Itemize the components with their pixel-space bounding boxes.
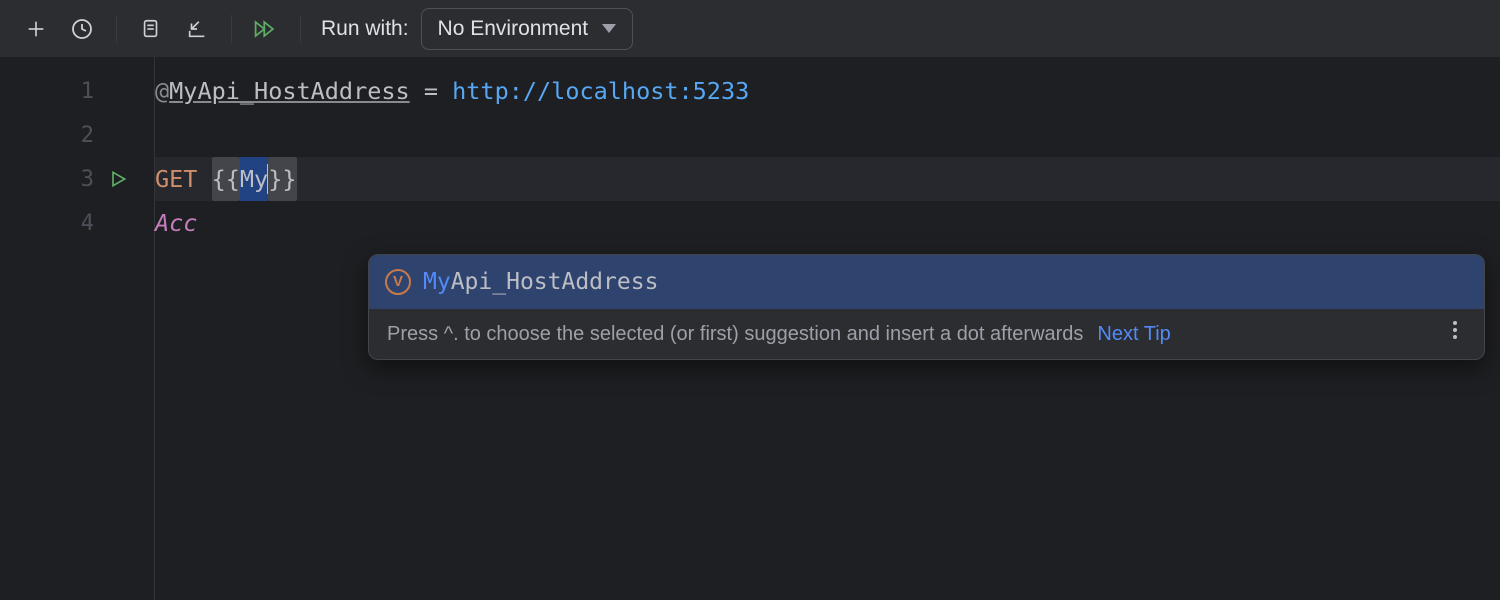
next-tip-link[interactable]: Next Tip [1097, 312, 1170, 356]
gutter: 1 2 3 4 [0, 57, 155, 600]
line-number: 3 [0, 157, 154, 201]
environment-select[interactable]: No Environment [421, 8, 634, 50]
code-area[interactable]: @MyApi_HostAddress = http://localhost:52… [155, 57, 1500, 600]
code-line-active[interactable]: GET {{My}} [155, 157, 1500, 201]
toolbar: Run with: No Environment [0, 0, 1500, 57]
line-number: 4 [0, 201, 154, 245]
code-line[interactable]: Acc [155, 201, 1500, 245]
code-line[interactable] [155, 113, 1500, 157]
code-line[interactable]: @MyApi_HostAddress = http://localhost:52… [155, 69, 1500, 113]
run-with-label: Run with: [321, 17, 409, 41]
variable-icon: V [385, 269, 411, 295]
add-button[interactable] [14, 7, 58, 51]
import-button[interactable] [175, 7, 219, 51]
completion-popup: V MyApi_HostAddress Press ^. to choose t… [368, 254, 1485, 360]
chevron-down-icon [602, 24, 616, 34]
completion-item[interactable]: V MyApi_HostAddress [369, 255, 1484, 309]
line-number: 2 [0, 113, 154, 157]
editor[interactable]: 1 2 3 4 @MyApi_HostAddress = http://loca… [0, 57, 1500, 600]
completion-hint: Press ^. to choose the selected (or firs… [369, 309, 1484, 359]
environment-selected-value: No Environment [438, 17, 589, 41]
toolbar-separator [116, 15, 117, 43]
line-number: 1 [0, 69, 154, 113]
examples-button[interactable] [129, 7, 173, 51]
toolbar-separator [231, 15, 232, 43]
toolbar-separator [300, 15, 301, 43]
history-button[interactable] [60, 7, 104, 51]
run-request-icon[interactable] [108, 157, 136, 201]
run-all-button[interactable] [244, 7, 288, 51]
more-options-icon[interactable] [1444, 308, 1466, 360]
